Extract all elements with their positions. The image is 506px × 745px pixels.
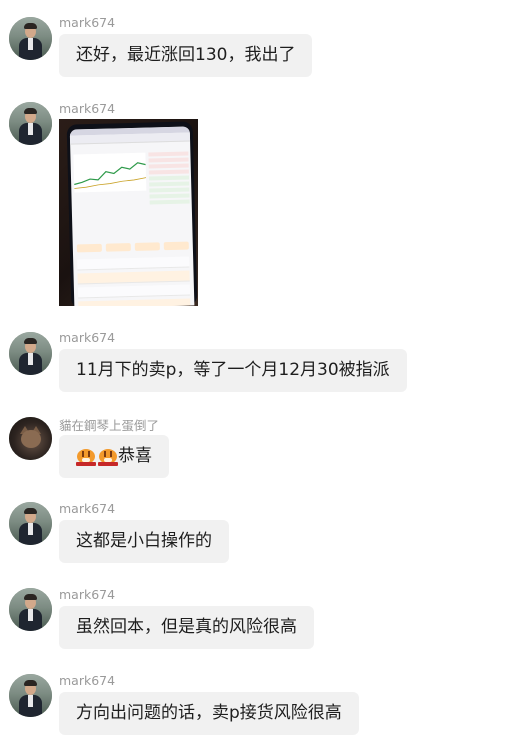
message-text: 恭喜 — [118, 446, 152, 466]
message-bubble[interactable]: 虽然回本，但是真的风险很高 — [59, 606, 314, 649]
sender-name: mark674 — [59, 501, 116, 516]
avatar[interactable] — [9, 674, 52, 717]
message-image[interactable] — [59, 119, 198, 306]
sender-name: mark674 — [59, 330, 116, 345]
message-bubble[interactable]: 这都是小白操作的 — [59, 520, 229, 563]
message-bubble[interactable]: 还好，最近涨回130，我出了 — [59, 34, 313, 77]
avatar[interactable] — [9, 417, 52, 460]
avatar[interactable] — [9, 502, 52, 545]
sender-name: mark674 — [59, 673, 116, 688]
message-bubble[interactable]: 11月下的卖p，等了一个月12月30被指派 — [59, 349, 407, 392]
tiger-sticker-icon — [98, 446, 118, 466]
sender-name: mark674 — [59, 15, 116, 30]
sender-name: 貓在鋼琴上蛋倒了 — [59, 418, 160, 433]
sender-name: mark674 — [59, 587, 116, 602]
message-bubble[interactable]: 恭喜 — [59, 435, 169, 478]
avatar[interactable] — [9, 17, 52, 60]
sender-name: mark674 — [59, 101, 116, 116]
emoji-group — [76, 446, 118, 466]
tiger-sticker-icon — [76, 446, 96, 466]
avatar[interactable] — [9, 102, 52, 145]
avatar[interactable] — [9, 588, 52, 631]
avatar[interactable] — [9, 332, 52, 375]
message-bubble[interactable]: 方向出问题的话，卖p接货风险很高 — [59, 692, 359, 735]
phone-icon — [66, 121, 198, 306]
